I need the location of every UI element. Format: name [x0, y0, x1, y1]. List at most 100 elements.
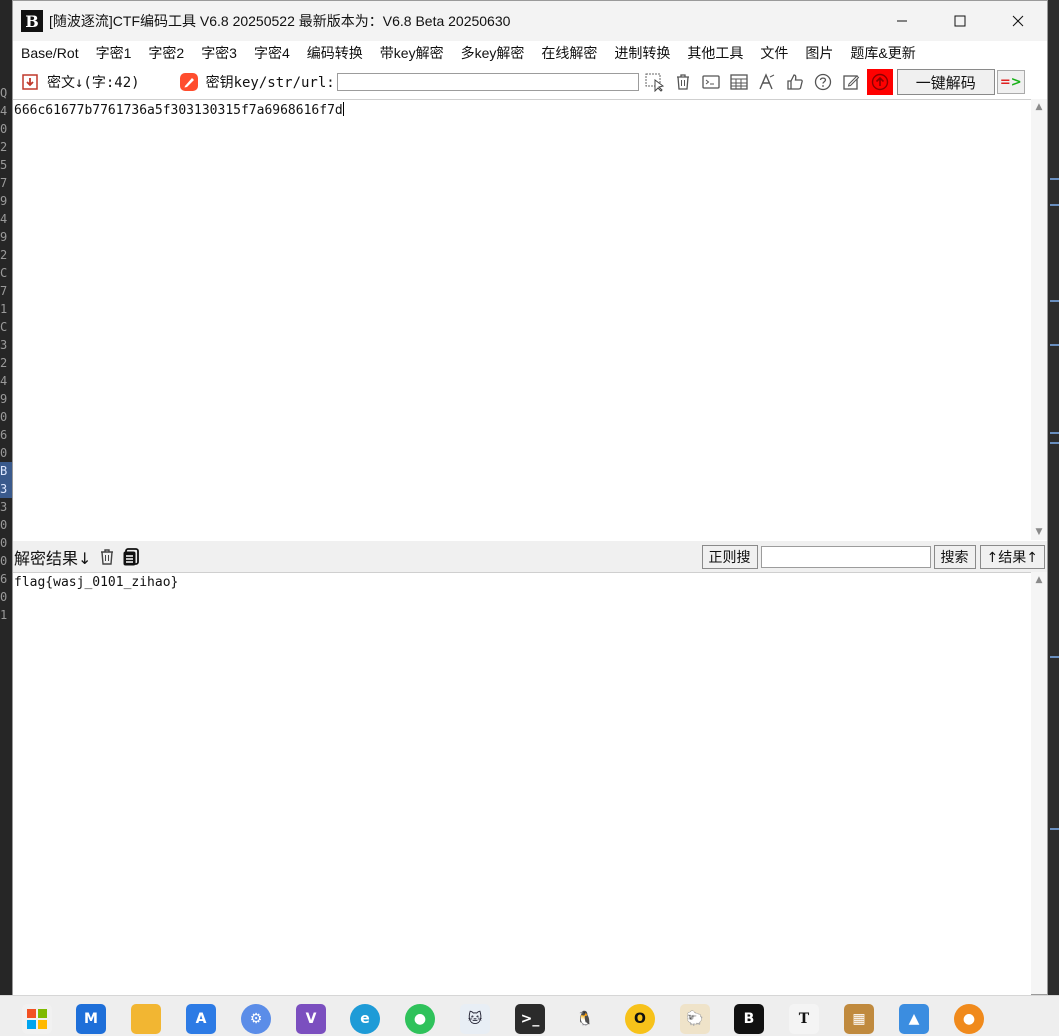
sheep-app-icon[interactable]: 🐑 [680, 1004, 710, 1034]
taskbar: M A ⚙ V e ● 🐱 >_ 🐧 O 🐑 B T ▦ ▲ ● [0, 995, 1059, 1036]
trash-icon [676, 74, 689, 90]
photos-app-icon[interactable]: ▲ [899, 1004, 929, 1034]
cursor-select-icon [645, 73, 664, 92]
file-explorer-icon[interactable] [131, 1004, 161, 1034]
scroll-up-icon[interactable]: ▲ [1031, 99, 1047, 115]
copy-result-button[interactable] [119, 547, 143, 566]
gutter-line: 0 [0, 410, 8, 424]
menu-item-3[interactable]: 字密3 [193, 43, 237, 63]
edge-browser-icon[interactable]: e [350, 1004, 380, 1034]
gutter-line: 0 [0, 536, 8, 550]
table-button[interactable] [725, 69, 753, 95]
key-edit-button[interactable] [178, 72, 200, 92]
gutter-line: 3 [0, 480, 12, 498]
gutter-line: 2 [0, 248, 8, 262]
menu-item-0[interactable]: Base/Rot [13, 45, 79, 61]
cipher-text-label: 密文↓(字:42) [47, 75, 140, 91]
close-button[interactable] [989, 1, 1047, 41]
wechat-icon[interactable]: ● [405, 1004, 435, 1034]
terminal-button[interactable] [697, 69, 725, 95]
font-button[interactable] [753, 69, 781, 95]
windows-start-icon[interactable] [22, 1004, 52, 1034]
gutter-line: B [0, 462, 12, 480]
equals-icon: = [999, 74, 1011, 90]
menu-item-13[interactable]: 题库&更新 [842, 43, 915, 63]
result-bar: 解密结果↓ 正则搜 搜索 ↑结果↑ [13, 541, 1047, 572]
one-click-decode-button[interactable]: 一键解码 [896, 69, 995, 95]
settings-icon[interactable]: ⚙ [241, 1004, 271, 1034]
gutter-line: 1 [0, 608, 8, 622]
gutter-line: C [0, 266, 8, 280]
select-tool-button[interactable] [641, 69, 669, 95]
ctf-tool-taskbar-icon[interactable]: B [734, 1004, 764, 1034]
gutter-line: 9 [0, 230, 8, 244]
menu-item-5[interactable]: 编码转换 [299, 43, 363, 63]
gutter-line: 0 [0, 518, 8, 532]
cipher-text-content: 666c61677b7761736a5f303130315f7a6968616f… [14, 103, 343, 118]
terminal-app-icon[interactable]: >_ [515, 1004, 545, 1034]
key-input[interactable] [336, 73, 639, 91]
like-button[interactable] [781, 69, 809, 95]
mail-app-icon[interactable]: M [76, 1004, 106, 1034]
menu-bar: Base/Rot 字密1 字密2 字密3 字密4 编码转换 带key解密 多key解密 在线解密… [13, 41, 1047, 65]
menu-item-7[interactable]: 多key解密 [453, 43, 525, 63]
import-file-button[interactable] [19, 73, 41, 91]
key-label: 密钥key/str/url: [205, 75, 335, 91]
scroll-down-icon[interactable]: ▼ [1031, 524, 1047, 540]
copy-icon [123, 547, 140, 565]
help-icon [814, 73, 831, 91]
clear-result-button[interactable] [95, 548, 119, 566]
gutter-line: 7 [0, 284, 8, 298]
menu-item-8[interactable]: 在线解密 [533, 43, 597, 63]
clear-input-button[interactable] [669, 69, 697, 95]
result-text-area[interactable]: flag{wasj_0101_zihao} [13, 572, 1031, 995]
result-label: 解密结果↓ [14, 548, 92, 568]
terminal-icon [702, 75, 720, 89]
window-title: [随波逐流]CTF编码工具 V6.8 20250522 最新版本为：V6.8 B… [49, 13, 511, 29]
title-bar[interactable]: B [随波逐流]CTF编码工具 V6.8 20250522 最新版本为：V6.8… [13, 1, 1047, 41]
font-icon [759, 73, 774, 90]
thumbs-up-icon [787, 74, 803, 90]
maximize-button[interactable] [931, 1, 989, 41]
gutter-line: 9 [0, 392, 8, 406]
upload-button[interactable] [866, 69, 893, 95]
opera-app-icon[interactable]: O [625, 1004, 655, 1034]
app-logo-icon: B [21, 10, 43, 32]
menu-item-2[interactable]: 字密2 [140, 43, 184, 63]
snail-app-icon[interactable]: ● [954, 1004, 984, 1034]
gutter-line: 7 [0, 176, 8, 190]
gutter-line: Q [0, 86, 8, 100]
result-text-content: flag{wasj_0101_zihao} [14, 575, 179, 590]
upload-icon [871, 73, 888, 91]
regex-search-button[interactable]: 正则搜 [701, 544, 758, 569]
menu-item-1[interactable]: 字密1 [88, 43, 132, 63]
search-button[interactable]: 搜索 [933, 544, 976, 569]
menu-item-6[interactable]: 带key解密 [372, 43, 444, 63]
cat-app-icon[interactable]: 🐱 [460, 1004, 490, 1034]
app-window: B [随波逐流]CTF编码工具 V6.8 20250522 最新版本为：V6.8… [12, 0, 1048, 995]
cipher-text-area[interactable]: 666c61677b7761736a5f303130315f7a6968616f… [13, 99, 1031, 541]
menu-item-12[interactable]: 图片 [797, 43, 833, 63]
menu-item-9[interactable]: 进制转换 [606, 43, 670, 63]
menu-item-10[interactable]: 其他工具 [679, 43, 743, 63]
result-scrollbar[interactable]: ▲ [1031, 572, 1047, 994]
qq-app-icon[interactable]: 🐧 [570, 1004, 600, 1034]
minimize-button[interactable] [873, 1, 931, 41]
menu-item-11[interactable]: 文件 [752, 43, 788, 63]
visual-studio-icon[interactable]: V [296, 1004, 326, 1034]
package-app-icon[interactable]: ▦ [844, 1004, 874, 1034]
trash-icon [101, 548, 114, 565]
send-result-button[interactable]: = > [996, 70, 1025, 94]
result-search-input[interactable] [760, 545, 931, 568]
gutter-line: 3 [0, 500, 8, 514]
background-editor-gutter: Q402579492C71C3249060B33000601 [0, 0, 12, 1035]
scroll-up-icon[interactable]: ▲ [1031, 572, 1047, 588]
gutter-line: 4 [0, 212, 8, 226]
result-nav-button[interactable]: ↑结果↑ [979, 544, 1045, 569]
typora-app-icon[interactable]: T [789, 1004, 819, 1034]
menu-item-4[interactable]: 字密4 [246, 43, 290, 63]
help-button[interactable] [809, 69, 837, 95]
input-scrollbar[interactable]: ▲ ▼ [1031, 99, 1047, 540]
store-app-icon[interactable]: A [186, 1004, 216, 1034]
edit-button[interactable] [837, 69, 865, 95]
